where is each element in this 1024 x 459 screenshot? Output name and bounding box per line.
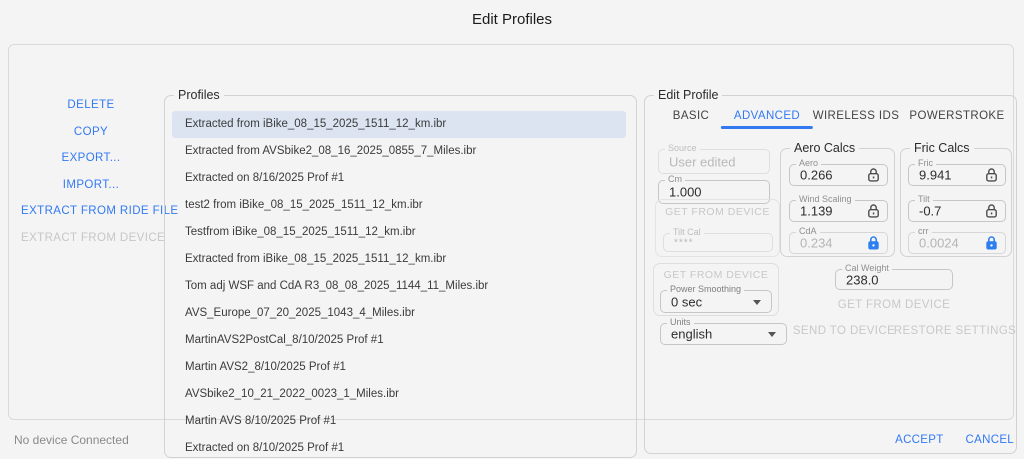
- tilt-cal-field: Tilt Cal ****: [663, 233, 773, 252]
- profile-list-item[interactable]: Extracted on 8/16/2025 Prof #1: [172, 165, 626, 192]
- profile-list-item[interactable]: Extracted on 8/10/2025 Prof #1: [172, 435, 626, 459]
- get-from-device-calweight-button[interactable]: GET FROM DEVICE: [834, 299, 954, 311]
- chevron-down-icon: [753, 300, 761, 305]
- profile-list-item[interactable]: Martin AVS2_8/10/2025 Prof #1: [172, 354, 626, 381]
- source-field: Source User edited: [658, 149, 770, 174]
- page-title: Edit Profiles: [0, 11, 1024, 28]
- wind-scaling-field[interactable]: Wind Scaling 1.139: [789, 200, 888, 222]
- tilt-field[interactable]: Tilt -0.7: [908, 200, 1006, 222]
- action-column: DELETE COPY EXPORT... IMPORT... EXTRACT …: [21, 92, 161, 252]
- cda-value: 0.234: [800, 236, 833, 251]
- cm-value: 1.000: [669, 185, 702, 200]
- units-value: english: [671, 327, 712, 342]
- profiles-group: Profiles Extracted from iBike_08_15_2025…: [164, 95, 637, 458]
- fric-value: 9.941: [919, 168, 952, 183]
- power-smoothing-dropdown[interactable]: Power Smoothing 0 sec: [660, 290, 772, 313]
- profile-list-item[interactable]: Extracted from iBike_08_15_2025_1511_12_…: [172, 246, 626, 273]
- extract-from-ride-file-button[interactable]: EXTRACT FROM RIDE FILE: [21, 198, 161, 225]
- units-dropdown[interactable]: Units english: [660, 323, 787, 345]
- profile-list-item[interactable]: Extracted from AVSbike2_08_16_2025_0855_…: [172, 138, 626, 165]
- profile-list-item[interactable]: AVS_Europe_07_20_2025_1043_4_Miles.ibr: [172, 300, 626, 327]
- tab-wireless-ids[interactable]: WIRELESS IDS: [813, 110, 900, 122]
- unlock-icon[interactable]: [867, 204, 880, 219]
- unlock-icon[interactable]: [867, 168, 880, 183]
- delete-button[interactable]: DELETE: [21, 92, 161, 119]
- tilt-cal-label: Tilt Cal: [670, 227, 704, 237]
- profile-list-item[interactable]: Martin AVS 8/10/2025 Prof #1: [172, 408, 626, 435]
- cda-label: CdA: [796, 226, 820, 236]
- edit-profiles-dialog: Edit Profiles DELETE COPY EXPORT... IMPO…: [0, 0, 1024, 459]
- lock-icon[interactable]: [985, 236, 998, 251]
- power-smoothing-value: 0 sec: [671, 294, 702, 309]
- profile-list-item[interactable]: Extracted from iBike_08_15_2025_1511_12_…: [172, 111, 626, 138]
- crr-value: 0.0024: [919, 236, 959, 251]
- main-panel: DELETE COPY EXPORT... IMPORT... EXTRACT …: [8, 44, 1014, 420]
- tab-basic[interactable]: BASIC: [673, 110, 710, 122]
- tilt-label: Tilt: [915, 194, 933, 204]
- power-smoothing-label: Power Smoothing: [667, 284, 744, 294]
- profile-list-item[interactable]: Testfrom iBike_08_15_2025_1511_12_km.ibr: [172, 219, 626, 246]
- aero-field[interactable]: Aero 0.266: [789, 164, 888, 186]
- wind-scaling-value: 1.139: [800, 204, 833, 219]
- export-button[interactable]: EXPORT...: [21, 145, 161, 172]
- unlock-icon[interactable]: [985, 168, 998, 183]
- restore-settings-button[interactable]: RESTORE SETTINGS: [890, 325, 1020, 337]
- profile-list-item[interactable]: MartinAVS2PostCal_8/10/2025 Prof #1: [172, 327, 626, 354]
- fric-calcs-label: Fric Calcs: [910, 141, 974, 155]
- tab-advanced[interactable]: ADVANCED: [734, 110, 800, 122]
- edit-profile-group: Edit Profile BASIC ADVANCED WIRELESS IDS…: [644, 95, 1017, 454]
- wind-scaling-label: Wind Scaling: [796, 194, 855, 204]
- fric-field[interactable]: Fric 9.941: [908, 164, 1006, 186]
- status-bar-text: No device Connected: [14, 433, 129, 447]
- send-to-device-button[interactable]: SEND TO DEVICE: [784, 325, 904, 337]
- aero-calcs-label: Aero Calcs: [790, 141, 859, 155]
- profile-list-item[interactable]: test2 from iBike_08_15_2025_1511_12_km.i…: [172, 192, 626, 219]
- profile-list-item[interactable]: Tom adj WSF and CdA R3_08_08_2025_1144_1…: [172, 273, 626, 300]
- extract-from-device-button[interactable]: EXTRACT FROM DEVICE: [21, 225, 161, 252]
- power-smoothing-group: GET FROM DEVICE Power Smoothing 0 sec: [653, 263, 779, 316]
- get-from-device-tilt-button[interactable]: GET FROM DEVICE: [656, 206, 779, 218]
- get-from-device-power-button[interactable]: GET FROM DEVICE: [654, 269, 778, 281]
- profiles-group-label: Profiles: [174, 88, 224, 102]
- tilt-cal-group: GET FROM DEVICE Tilt Cal ****: [655, 199, 780, 257]
- fric-label: Fric: [915, 158, 936, 168]
- tilt-value: -0.7: [919, 204, 941, 219]
- profile-list-item[interactable]: AVSbike2_10_21_2022_0023_1_Miles.ibr: [172, 381, 626, 408]
- cal-weight-field[interactable]: Cal Weight 238.0: [835, 269, 953, 290]
- cancel-button[interactable]: CANCEL: [966, 434, 1014, 446]
- unlock-icon[interactable]: [985, 204, 998, 219]
- aero-label: Aero: [796, 158, 821, 168]
- source-label: Source: [665, 143, 700, 153]
- lock-icon[interactable]: [867, 236, 880, 251]
- crr-label: crr: [915, 226, 932, 236]
- aero-calcs-group: Aero Calcs Aero 0.266 Wind Scaling 1.139: [780, 148, 895, 257]
- edit-profile-group-label: Edit Profile: [654, 88, 722, 102]
- aero-value: 0.266: [800, 168, 833, 183]
- tab-powerstroke[interactable]: POWERSTROKE: [909, 110, 1004, 122]
- cda-field[interactable]: CdA 0.234: [789, 232, 888, 254]
- footer-actions: ACCEPT CANCEL: [895, 434, 1014, 446]
- tilt-cal-value: ****: [674, 237, 694, 248]
- cal-weight-value: 238.0: [846, 272, 879, 287]
- cm-label: Cm: [665, 174, 685, 184]
- fric-calcs-group: Fric Calcs Fric 9.941 Tilt -0.7 crr: [900, 148, 1012, 257]
- source-value: User edited: [669, 154, 735, 169]
- crr-field[interactable]: crr 0.0024: [908, 232, 1006, 254]
- import-button[interactable]: IMPORT...: [21, 172, 161, 199]
- chevron-down-icon: [768, 332, 776, 337]
- profiles-list[interactable]: Extracted from iBike_08_15_2025_1511_12_…: [172, 111, 626, 459]
- accept-button[interactable]: ACCEPT: [895, 434, 943, 446]
- copy-button[interactable]: COPY: [21, 119, 161, 146]
- units-label: Units: [667, 317, 694, 327]
